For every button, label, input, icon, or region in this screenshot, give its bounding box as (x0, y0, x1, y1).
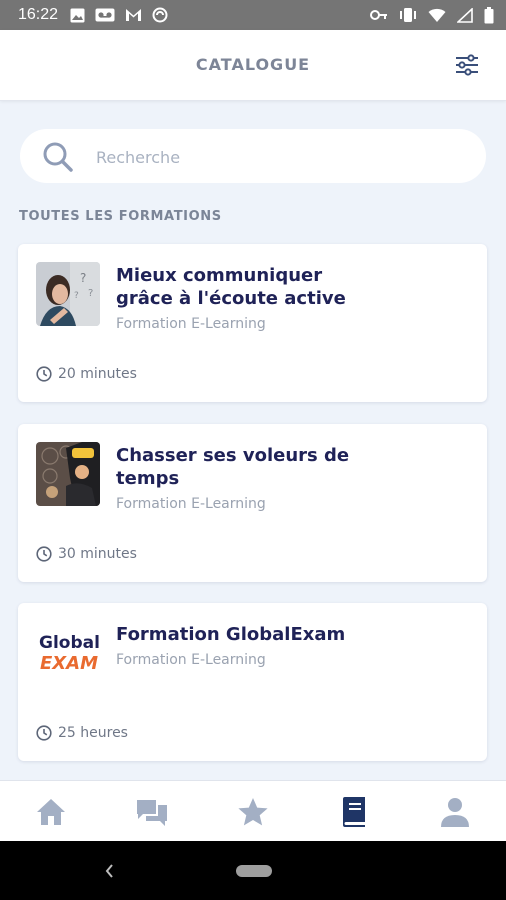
course-thumbnail: ? ? ? (36, 262, 100, 326)
duration-label: 20 minutes (58, 366, 137, 382)
person-icon (441, 797, 470, 827)
duration-label: 25 heures (58, 725, 128, 741)
course-card[interactable]: Global EXAM Formation GlobalExam Formati… (18, 603, 487, 761)
wifi-icon (428, 8, 446, 23)
home-icon (36, 798, 65, 825)
bottom-nav (0, 780, 506, 842)
course-duration: 25 heures (36, 725, 128, 741)
signal-icon (457, 7, 473, 23)
system-back-button[interactable] (103, 861, 115, 885)
vpn-key-icon (370, 9, 388, 21)
svg-text:?: ? (74, 291, 79, 301)
course-type: Formation E-Learning (116, 316, 266, 332)
chat-icon (136, 799, 167, 826)
back-chevron-icon (105, 864, 113, 878)
course-card[interactable]: ? ? ? Mieux communiquer grâce à l'écoute… (18, 244, 487, 402)
svg-text:?: ? (88, 288, 93, 299)
catalogue-content[interactable]: TOUTES LES FORMATIONS ? ? ? Mieux commun… (0, 101, 506, 780)
search-bar[interactable] (20, 129, 486, 183)
image-icon (70, 8, 85, 23)
logo-text-top: Global (39, 633, 100, 653)
nav-catalogue[interactable] (304, 781, 405, 842)
nav-profile[interactable] (405, 781, 506, 842)
course-title: Mieux communiquer grâce à l'écoute activ… (116, 265, 346, 309)
clock-icon (36, 366, 52, 382)
course-duration: 20 minutes (36, 366, 137, 382)
status-bar: 16:22 (0, 0, 506, 30)
gmail-icon (125, 8, 142, 22)
sync-icon (152, 7, 168, 23)
course-type: Formation E-Learning (116, 496, 266, 512)
system-navigation-bar (0, 841, 506, 900)
search-icon (43, 142, 73, 172)
logo-text-bottom: EXAM (40, 653, 98, 674)
book-icon (343, 796, 366, 827)
course-thumbnail (36, 442, 100, 506)
system-home-button[interactable] (236, 865, 272, 877)
course-title: Formation GlobalExam (116, 624, 346, 645)
course-duration: 30 minutes (36, 546, 137, 562)
search-input[interactable] (94, 141, 458, 173)
course-title: Chasser ses voleurs de temps (116, 445, 350, 489)
nav-home[interactable] (0, 781, 101, 842)
app-header: CATALOGUE (0, 30, 506, 101)
clock-icon (36, 546, 52, 562)
course-card[interactable]: Chasser ses voleurs de temps Formation E… (18, 424, 487, 582)
course-type: Formation E-Learning (116, 652, 266, 668)
vibrate-icon (399, 7, 417, 23)
page-title: CATALOGUE (195, 55, 311, 74)
clock-icon (36, 725, 52, 741)
star-icon (238, 797, 268, 825)
status-time: 16:22 (18, 6, 59, 23)
nav-messages[interactable] (101, 781, 202, 842)
duration-label: 30 minutes (58, 546, 137, 562)
svg-text:?: ? (80, 271, 86, 285)
nav-favorites[interactable] (202, 781, 303, 842)
tune-icon (456, 54, 478, 76)
battery-icon (484, 6, 494, 24)
filter-button[interactable] (454, 53, 480, 77)
globalexam-logo: Global EXAM (36, 627, 100, 691)
voicemail-icon (95, 8, 115, 22)
section-title: TOUTES LES FORMATIONS (19, 209, 222, 224)
